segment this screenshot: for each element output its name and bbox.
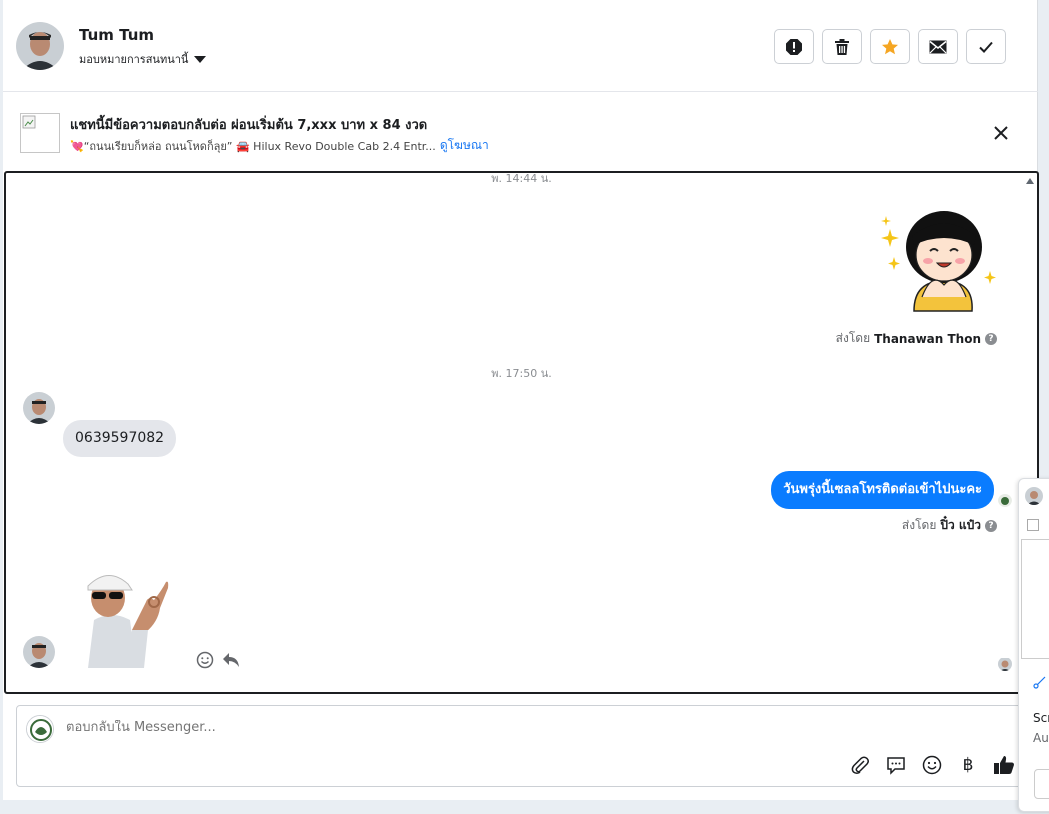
payment-button[interactable]: ฿ xyxy=(957,754,979,776)
close-icon xyxy=(994,126,1008,140)
reply-input[interactable] xyxy=(66,720,866,735)
header-actions xyxy=(774,29,1006,64)
ad-subtitle-row: 💘“ถนนเรียบก็หล่อ ถนนโหดก็ลุย” 🚘 Hilux Re… xyxy=(70,136,489,155)
page: Tum Tum มอบหมายการสนทนานี้ แชทนี้มีข้อคว… xyxy=(0,0,1049,814)
scroll-up-arrow-icon[interactable] xyxy=(1026,178,1034,184)
contact-avatar[interactable] xyxy=(16,22,64,70)
emoji-icon xyxy=(922,755,942,775)
panel-button[interactable] xyxy=(1034,769,1049,799)
reply-composer: ฿ xyxy=(16,705,1026,787)
incoming-message-bubble[interactable]: 0639597082 xyxy=(63,420,177,457)
panel-text-2: Au xyxy=(1033,731,1049,745)
sent-by-label: ส่งโดย Thanawan Thon ? xyxy=(836,329,997,348)
timestamp: พ. 17:50 น. xyxy=(491,367,552,380)
saved-reply-button[interactable] xyxy=(885,754,907,776)
ad-thumbnail[interactable] xyxy=(20,113,60,153)
sent-by-name: Thanawan Thon xyxy=(874,331,981,346)
like-button[interactable] xyxy=(993,754,1015,776)
baht-icon: ฿ xyxy=(962,755,974,775)
follow-up-button[interactable] xyxy=(870,29,910,64)
floating-chat-panel[interactable]: Scr Au xyxy=(1018,478,1049,812)
attach-icon xyxy=(851,756,869,774)
contact-avatar-small[interactable] xyxy=(23,636,55,668)
panel-text-1: Scr xyxy=(1033,711,1049,725)
thread-header: Tum Tum มอบหมายการสนทนานี้ xyxy=(3,0,1038,92)
sent-by-name: ปิ๋ว แป๋ว xyxy=(940,518,981,532)
timestamp: พ. 14:44 น. xyxy=(491,172,552,185)
mark-unread-button[interactable] xyxy=(918,29,958,64)
delete-button[interactable] xyxy=(822,29,862,64)
sticker-ok-hand xyxy=(74,560,174,668)
saved-reply-icon xyxy=(887,757,905,775)
assign-label: มอบหมายการสนทนานี้ xyxy=(79,53,189,66)
scissors-icon xyxy=(1033,676,1046,689)
trash-icon xyxy=(835,38,849,55)
mark-spam-button[interactable] xyxy=(774,29,814,64)
page-avatar xyxy=(26,715,54,743)
assign-conversation-dropdown[interactable]: มอบหมายการสนทนานี้ xyxy=(79,50,207,68)
help-icon[interactable]: ? xyxy=(985,332,997,345)
ad-context-banner: แชทนี้มีข้อความตอบกลับต่อ ผ่อนเริ่มต้น 7… xyxy=(3,92,1038,172)
inbox-thread: Tum Tum มอบหมายการสนทนานี้ แชทนี้มีข้อคว… xyxy=(3,0,1039,800)
panel-avatar xyxy=(1025,487,1043,505)
caret-down-icon xyxy=(194,55,207,63)
sent-by-prefix: ส่งโดย xyxy=(901,518,937,532)
view-ad-link[interactable]: ดูโฆษณา xyxy=(440,136,489,155)
ad-subtitle: 💘“ถนนเรียบก็หล่อ ถนนโหดก็ลุย” 🚘 Hilux Re… xyxy=(70,139,436,153)
star-icon xyxy=(882,38,898,54)
sticker-girl xyxy=(874,201,999,316)
react-emoji-icon[interactable] xyxy=(196,651,214,669)
panel-content-box xyxy=(1021,539,1049,659)
message-list[interactable]: พ. 14:44 น. ส่งโดย Thanawan Thon ? พ. 17… xyxy=(4,171,1039,694)
spam-icon xyxy=(786,38,802,55)
emoji-button[interactable] xyxy=(921,754,943,776)
help-icon[interactable]: ? xyxy=(985,519,997,532)
outgoing-message-bubble[interactable]: วันพรุ่งนี้เซลลโทรติดต่อเข้าไปนะคะ xyxy=(771,471,994,509)
sent-by-label: ส่งโดย ปิ๋ว แป๋ว ? xyxy=(902,516,997,535)
mark-done-button[interactable] xyxy=(966,29,1006,64)
ad-title: แชทนี้มีข้อความตอบกลับต่อ ผ่อนเริ่มต้น 7… xyxy=(70,118,428,133)
mail-icon xyxy=(929,40,947,53)
message-actions xyxy=(196,651,240,669)
attach-button[interactable] xyxy=(849,754,871,776)
reply-icon[interactable] xyxy=(222,652,240,668)
close-ad-banner-button[interactable] xyxy=(991,123,1011,143)
seen-indicator-avatar xyxy=(998,493,1012,507)
seen-indicator-avatar xyxy=(998,657,1012,671)
sent-by-prefix: ส่งโดย xyxy=(835,331,871,345)
panel-thumbnail xyxy=(1027,519,1039,531)
composer-tools: ฿ xyxy=(849,754,1015,776)
contact-avatar-small[interactable] xyxy=(23,392,55,424)
contact-name: Tum Tum xyxy=(79,26,155,44)
like-icon xyxy=(994,756,1014,774)
check-icon xyxy=(979,41,993,53)
